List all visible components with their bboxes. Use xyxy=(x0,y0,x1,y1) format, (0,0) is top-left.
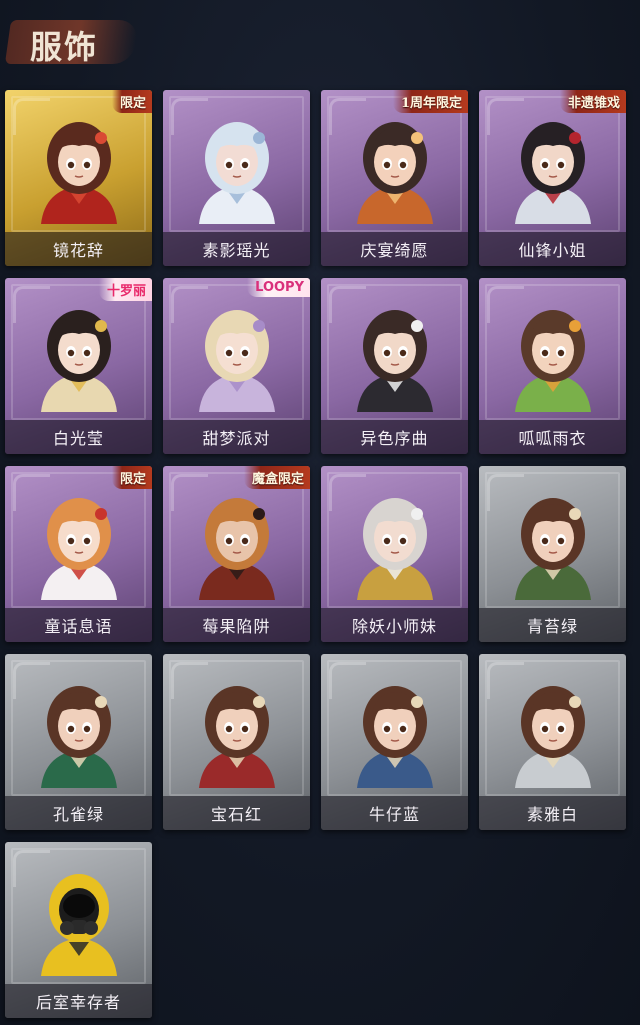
costume-portrait-icon xyxy=(514,122,591,224)
costume-portrait-icon xyxy=(356,310,433,412)
costume-portrait-icon xyxy=(356,498,433,600)
limited-badge: 1周年限定 xyxy=(392,90,468,113)
costume-portrait-icon xyxy=(40,498,117,600)
costume-name: 童话息语 xyxy=(5,608,152,642)
costume-card[interactable]: LOOPY 甜梦派对 xyxy=(163,278,310,454)
costume-grid: 限定 镜花辞 素影瑶光 1周年限定 庆宴绮愿 非遗锥戏 仙锋小姐 十罗丽 白光莹 LOOPY 甜梦派… xyxy=(5,90,635,1018)
costume-portrait xyxy=(31,488,127,600)
limited-badge: LOOPY xyxy=(247,278,310,297)
costume-portrait xyxy=(347,300,443,412)
costume-name: 白光莹 xyxy=(5,420,152,454)
costume-portrait-icon xyxy=(198,122,275,224)
costume-card[interactable]: 限定镜花辞 xyxy=(5,90,152,266)
costume-portrait xyxy=(31,864,127,976)
costume-portrait xyxy=(189,676,285,788)
costume-card[interactable]: 呱呱雨衣 xyxy=(479,278,626,454)
costume-name: 除妖小师妹 xyxy=(321,608,468,642)
costume-portrait xyxy=(505,112,601,224)
costume-portrait-icon xyxy=(198,310,275,412)
costume-card[interactable]: 非遗锥戏仙锋小姐 xyxy=(479,90,626,266)
costume-card[interactable]: 除妖小师妹 xyxy=(321,466,468,642)
costume-name: 青苔绿 xyxy=(479,608,626,642)
costume-name: 莓果陷阱 xyxy=(163,608,310,642)
costume-portrait xyxy=(347,676,443,788)
costume-portrait xyxy=(505,488,601,600)
costume-portrait xyxy=(189,112,285,224)
costume-name: 仙锋小姐 xyxy=(479,232,626,266)
page-title: 服饰 xyxy=(30,28,99,66)
costume-portrait xyxy=(189,300,285,412)
costume-name: 孔雀绿 xyxy=(5,796,152,830)
costume-card[interactable]: 孔雀绿 xyxy=(5,654,152,830)
costume-portrait xyxy=(505,300,601,412)
costume-card[interactable]: 牛仔蓝 xyxy=(321,654,468,830)
costume-name: 异色序曲 xyxy=(321,420,468,454)
costume-portrait xyxy=(347,488,443,600)
costume-card[interactable]: 素雅白 xyxy=(479,654,626,830)
limited-badge: 限定 xyxy=(111,90,152,113)
costume-portrait-icon xyxy=(40,310,117,412)
section-header: 服饰 xyxy=(4,12,140,68)
costume-portrait xyxy=(347,112,443,224)
costume-card[interactable]: 魔盒限定莓果陷阱 xyxy=(163,466,310,642)
costume-name: 素雅白 xyxy=(479,796,626,830)
costume-name: 牛仔蓝 xyxy=(321,796,468,830)
costume-portrait-icon xyxy=(356,122,433,224)
costume-name: 甜梦派对 xyxy=(163,420,310,454)
costume-name: 宝石红 xyxy=(163,796,310,830)
costume-portrait-icon xyxy=(514,686,591,788)
costume-card[interactable]: 宝石红 xyxy=(163,654,310,830)
costume-portrait-icon xyxy=(356,686,433,788)
costume-name: 后室幸存者 xyxy=(5,984,152,1018)
costume-name: 素影瑶光 xyxy=(163,232,310,266)
costume-page: 服饰 限定 镜花辞 素影瑶光 1周年限定 庆宴绮愿 非遗锥戏 仙锋小姐 十罗丽 白光莹 LOOPY… xyxy=(0,0,640,1025)
costume-portrait xyxy=(505,676,601,788)
costume-portrait-icon xyxy=(40,686,117,788)
costume-card[interactable]: 十罗丽白光莹 xyxy=(5,278,152,454)
costume-name: 呱呱雨衣 xyxy=(479,420,626,454)
costume-card[interactable]: 青苔绿 xyxy=(479,466,626,642)
limited-badge: 魔盒限定 xyxy=(243,466,310,489)
costume-name: 镜花辞 xyxy=(5,232,152,266)
costume-portrait-icon xyxy=(198,686,275,788)
costume-card[interactable]: 1周年限定庆宴绮愿 xyxy=(321,90,468,266)
costume-card[interactable]: 限定童话息语 xyxy=(5,466,152,642)
costume-portrait-icon xyxy=(514,498,591,600)
costume-card[interactable]: 素影瑶光 xyxy=(163,90,310,266)
costume-portrait xyxy=(189,488,285,600)
limited-badge: 非遗锥戏 xyxy=(559,90,626,113)
limited-badge: 限定 xyxy=(111,466,152,489)
costume-card[interactable]: 异色序曲 xyxy=(321,278,468,454)
costume-portrait xyxy=(31,676,127,788)
costume-portrait xyxy=(31,112,127,224)
limited-badge: 十罗丽 xyxy=(98,278,152,301)
costume-portrait xyxy=(31,300,127,412)
costume-portrait-icon xyxy=(40,874,117,976)
costume-card[interactable]: 后室幸存者 xyxy=(5,842,152,1018)
costume-portrait-icon xyxy=(40,122,117,224)
costume-name: 庆宴绮愿 xyxy=(321,232,468,266)
costume-portrait-icon xyxy=(514,310,591,412)
costume-portrait-icon xyxy=(198,498,275,600)
